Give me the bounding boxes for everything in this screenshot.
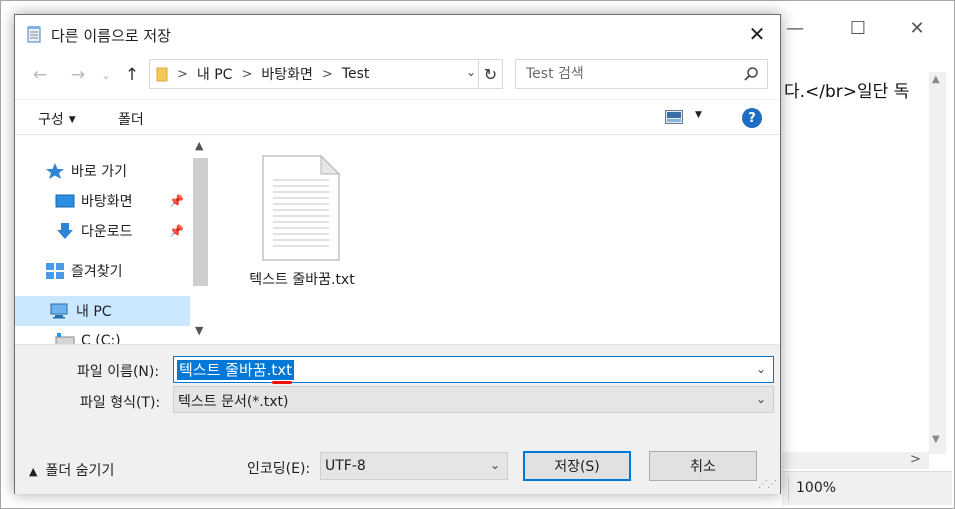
status-bar: 100% (782, 471, 952, 505)
filename-dropdown-chevron-icon[interactable]: ⌄ (756, 362, 766, 376)
breadcrumb-test[interactable]: Test (342, 66, 370, 82)
scroll-down-arrow-icon[interactable]: ▼ (932, 434, 940, 445)
encoding-label: 인코딩(E): (247, 461, 311, 477)
editor-vertical-scrollbar[interactable]: ▲ ▼ (929, 72, 946, 454)
save-form: 파일 이름(N): 텍스트 줄바꿈.txt ⌄ 파일 형식(T): 텍스트 문서… (15, 344, 780, 494)
nav-quick-access[interactable]: 바로 가기 (45, 156, 190, 186)
encoding-select[interactable]: UTF-8 ⌄ (320, 452, 508, 480)
star-icon (46, 163, 64, 179)
drive-icon (55, 333, 75, 344)
computer-icon (50, 303, 68, 319)
editor-horizontal-scrollbar[interactable]: > (782, 452, 929, 469)
window-close-button[interactable]: ✕ (894, 9, 940, 47)
nav-label: 내 PC (76, 304, 112, 320)
breadcrumb-this-pc[interactable]: 내 PC (197, 64, 233, 84)
save-button[interactable]: 저장(S) (523, 451, 631, 481)
nav-label: 바로 가기 (71, 164, 127, 180)
scroll-down-chevron-icon[interactable]: ▼ (195, 324, 203, 337)
scroll-up-arrow-icon[interactable]: ▲ (932, 74, 940, 85)
editor-text[interactable]: 다.</br>일단 독 (784, 77, 909, 102)
filename-label: 파일 이름(N): (77, 364, 160, 380)
status-separator (788, 476, 789, 502)
notepad-icon (27, 26, 41, 43)
desktop-icon (55, 194, 75, 208)
search-icon[interactable] (743, 66, 759, 82)
filetype-label: 파일 형식(T): (80, 395, 161, 411)
download-arrow-icon (57, 223, 73, 239)
resize-grip-icon[interactable]: ⋰⋰ (758, 479, 777, 490)
file-item[interactable]: 텍스트 줄바꿈.txt (237, 152, 367, 292)
dialog-close-button[interactable]: ✕ (734, 15, 780, 53)
text-file-icon (262, 154, 341, 261)
nav-downloads[interactable]: 다운로드 📌 (55, 216, 190, 246)
dialog-titlebar: 다른 이름으로 저장 ✕ (15, 15, 780, 53)
nav-pane-scrollbar[interactable]: ▲ ▼ (190, 136, 211, 344)
nav-label: 즐겨찾기 (71, 264, 123, 280)
view-options-icon[interactable] (665, 110, 683, 124)
nav-scroll-thumb[interactable] (193, 158, 208, 286)
pin-icon[interactable]: 📌 (169, 224, 184, 238)
address-dropdown-icon[interactable]: ⌄ (466, 65, 476, 79)
forward-arrow-icon[interactable]: → (65, 63, 91, 87)
nav-label: C (C:) (81, 333, 121, 344)
hide-folders-toggle[interactable]: ▲ 폴더 숨기기 (29, 460, 114, 480)
hide-folders-label: 폴더 숨기기 (45, 463, 115, 479)
filetype-value: 텍스트 문서(*.txt) (178, 394, 289, 410)
scroll-right-arrow-icon[interactable]: > (910, 452, 921, 467)
navigation-row: ← → ⌄ ↑ > 내 PC > 바탕화면 > Test ⌄ ↻ (15, 59, 780, 91)
help-button[interactable]: ? (742, 108, 762, 128)
nav-label: 바탕화면 (81, 194, 133, 210)
pin-icon[interactable]: 📌 (169, 194, 184, 208)
folder-icon (156, 67, 168, 82)
save-as-dialog: 다른 이름으로 저장 ✕ ← → ⌄ ↑ > 내 PC > 바탕화면 > Tes… (14, 14, 781, 494)
cancel-button[interactable]: 취소 (649, 451, 757, 481)
filetype-dropdown-chevron-icon[interactable]: ⌄ (756, 392, 766, 406)
dialog-title: 다른 이름으로 저장 (51, 27, 171, 45)
caret-down-icon: ▼ (68, 115, 76, 125)
filetype-select[interactable]: 텍스트 문서(*.txt) ⌄ (173, 386, 774, 413)
recent-locations-chevron-icon[interactable]: ⌄ (93, 63, 119, 87)
back-arrow-icon[interactable]: ← (27, 63, 53, 87)
search-input[interactable] (516, 60, 736, 88)
nav-label: 다운로드 (81, 224, 133, 240)
encoding-value: UTF-8 (325, 458, 366, 474)
filename-field[interactable]: 텍스트 줄바꿈.txt ⌄ (173, 356, 774, 384)
address-bar[interactable]: > 내 PC > 바탕화면 > Test ⌄ ↻ (149, 59, 503, 89)
favorites-grid-icon (46, 263, 64, 279)
organize-button[interactable]: 구성 ▼ (38, 109, 76, 129)
breadcrumb-separator: > (321, 66, 333, 82)
up-arrow-icon[interactable]: ↑ (119, 63, 145, 87)
dialog-toolbar: 구성 ▼ 폴더 ▼ ? (15, 99, 780, 135)
nav-favorites[interactable]: 즐겨찾기 (45, 256, 190, 286)
maximize-button[interactable]: ☐ (835, 9, 881, 47)
file-list: 텍스트 줄바꿈.txt (215, 136, 780, 344)
refresh-icon[interactable]: ↻ (478, 60, 502, 88)
encoding-dropdown-chevron-icon[interactable]: ⌄ (490, 458, 500, 472)
spellcheck-underline (272, 381, 292, 384)
breadcrumb-desktop[interactable]: 바탕화면 (261, 64, 313, 84)
filename-input-value[interactable]: 텍스트 줄바꿈.txt (177, 360, 294, 380)
breadcrumb-separator: > (177, 66, 188, 82)
scroll-up-chevron-icon[interactable]: ▲ (195, 139, 203, 152)
file-name-label: 텍스트 줄바꿈.txt (249, 272, 355, 288)
breadcrumb-separator: > (241, 66, 253, 82)
chevron-up-icon: ▲ (29, 465, 38, 478)
nav-this-pc[interactable]: 내 PC (15, 296, 190, 326)
nav-drive-c[interactable]: C (C:) (55, 326, 190, 344)
nav-desktop[interactable]: 바탕화면 📌 (55, 186, 190, 216)
new-folder-button[interactable]: 폴더 (118, 109, 144, 129)
view-caret-down-icon[interactable]: ▼ (695, 110, 702, 120)
zoom-level: 100% (796, 480, 837, 496)
navigation-pane: 바로 가기 바탕화면 📌 다운로드 📌 즐겨찾기 내 PC C (C:) ▲ ▼ (15, 136, 211, 344)
search-box (515, 59, 768, 89)
organize-label: 구성 (38, 112, 64, 128)
